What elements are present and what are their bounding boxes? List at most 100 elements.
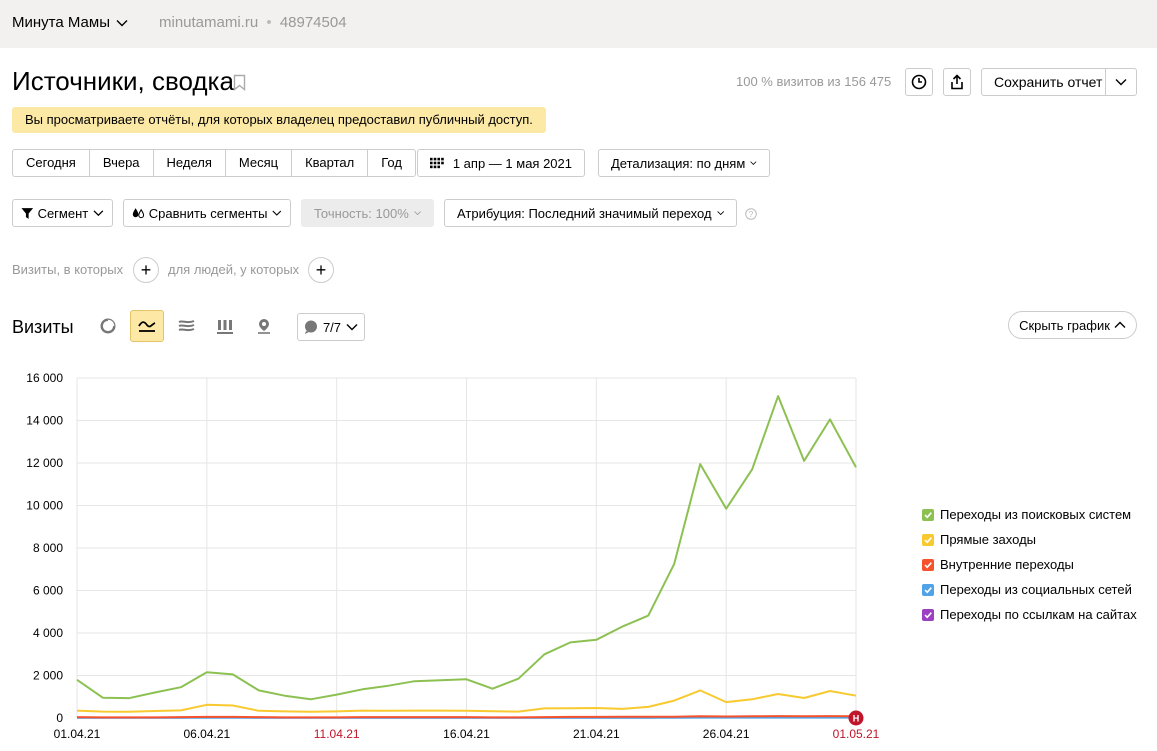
site-domain: minutamami.ru bbox=[159, 14, 259, 31]
area-chart-view[interactable] bbox=[169, 310, 203, 342]
date-range-label: 1 апр — 1 мая 2021 bbox=[452, 155, 572, 171]
save-report-button[interactable]: Сохранить отчет bbox=[981, 68, 1137, 96]
visits-line-chart: 0 2 000 4 000 6 000 8 000 10 000 12 000 14 000 1… bbox=[26, 371, 880, 741]
counter-selector[interactable]: Минута Мамы bbox=[12, 14, 128, 31]
hide-chart-button[interactable]: Скрыть график bbox=[1008, 311, 1137, 339]
y-tick-label: 2 000 bbox=[33, 669, 63, 683]
detail-label: Детализация: по дням bbox=[611, 155, 746, 171]
calendar-icon bbox=[430, 157, 444, 169]
checkbox-icon bbox=[922, 533, 934, 546]
save-report-dropdown[interactable] bbox=[1105, 69, 1136, 95]
legend-item-social[interactable]: Переходы из социальных сетей bbox=[922, 577, 1137, 602]
public-access-notice: Вы просматриваете отчёты, для которых вл… bbox=[12, 107, 546, 133]
chart-legend: Переходы из поисковых систем Прямые захо… bbox=[922, 502, 1137, 627]
bookmark-icon[interactable] bbox=[233, 74, 246, 91]
drops-icon bbox=[132, 208, 145, 219]
x-tick-label: 11.04.21 bbox=[314, 727, 360, 741]
chevron-down-icon bbox=[346, 324, 358, 331]
period-week[interactable]: Неделя bbox=[154, 150, 226, 176]
area-chart-icon bbox=[178, 320, 194, 332]
y-tick-label: 4 000 bbox=[33, 626, 63, 640]
bar-chart-view[interactable] bbox=[208, 310, 242, 342]
series-line bbox=[76, 715, 857, 719]
legend-item-direct[interactable]: Прямые заходы bbox=[922, 527, 1137, 552]
chart-section-title: Визиты bbox=[12, 317, 74, 337]
pie-chart-icon bbox=[100, 318, 116, 334]
checkbox-icon bbox=[922, 583, 934, 596]
y-tick-label: 6 000 bbox=[33, 584, 63, 598]
top-bar: Минута Мамы minutamami.ru • 48974504 bbox=[0, 0, 1157, 48]
x-tick-label: 21.04.21 bbox=[573, 727, 620, 741]
period-quarter[interactable]: Квартал bbox=[292, 150, 369, 176]
plus-icon: + bbox=[315, 259, 327, 280]
attribution-selector[interactable]: Атрибуция: Последний значимый переход bbox=[444, 199, 737, 227]
bar-chart-icon bbox=[217, 319, 233, 334]
legend-item-internal[interactable]: Внутренние переходы bbox=[922, 552, 1137, 577]
chevron-down-icon bbox=[116, 19, 128, 26]
accuracy-label: Точность: 100% bbox=[314, 205, 409, 221]
compare-segments-label: Сравнить сегменты bbox=[148, 205, 268, 221]
y-tick-label: 14 000 bbox=[26, 414, 63, 428]
counter-info: minutamami.ru • 48974504 bbox=[159, 14, 347, 31]
period-year[interactable]: Год bbox=[368, 150, 415, 176]
legend-item-search[interactable]: Переходы из поисковых систем bbox=[922, 502, 1137, 527]
period-yesterday[interactable]: Вчера bbox=[90, 150, 154, 176]
page-title: Источники, сводка bbox=[12, 66, 234, 96]
date-range-picker[interactable]: 1 апр — 1 мая 2021 bbox=[417, 149, 585, 177]
line-chart-view[interactable] bbox=[130, 310, 164, 342]
chevron-down-icon bbox=[1115, 79, 1127, 86]
checkbox-icon bbox=[922, 558, 934, 571]
attribution-label: Атрибуция: Последний значимый переход bbox=[457, 205, 712, 221]
checkbox-icon bbox=[922, 608, 934, 621]
y-tick-label: 16 000 bbox=[26, 371, 63, 385]
legend-label: Внутренние переходы bbox=[940, 557, 1074, 572]
holiday-marker-label: Н bbox=[853, 714, 860, 724]
visits-total: 100 % визитов из 156 475 bbox=[736, 74, 892, 89]
hide-chart-label: Скрыть график bbox=[1019, 317, 1110, 333]
line-chart-icon bbox=[138, 321, 156, 332]
x-tick-label: 26.04.21 bbox=[703, 727, 750, 741]
legend-label: Переходы по ссылкам на сайтах bbox=[940, 607, 1137, 622]
save-report-label: Сохранить отчет bbox=[994, 74, 1103, 90]
x-tick-label: 01.05.21 bbox=[833, 727, 880, 741]
visits-filter-label: Визиты, в которых bbox=[12, 262, 124, 277]
clock-icon bbox=[911, 74, 927, 90]
help-icon[interactable]: ? bbox=[745, 208, 757, 220]
history-button[interactable] bbox=[905, 68, 933, 96]
accuracy-selector: Точность: 100% bbox=[301, 199, 434, 227]
chart-grid bbox=[76, 377, 857, 719]
notes-selector[interactable]: 7/7 bbox=[297, 313, 365, 341]
share-button[interactable] bbox=[943, 68, 971, 96]
legend-label: Переходы из поисковых систем bbox=[940, 507, 1132, 522]
chevron-down-icon bbox=[414, 211, 421, 216]
y-tick-label: 0 bbox=[56, 711, 63, 725]
segment-label: Сегмент bbox=[37, 205, 89, 221]
period-month[interactable]: Месяц bbox=[226, 150, 293, 176]
map-view[interactable] bbox=[247, 310, 281, 342]
add-people-condition-button[interactable]: + bbox=[308, 257, 334, 283]
chevron-up-icon bbox=[1114, 321, 1126, 328]
chevron-down-icon bbox=[272, 210, 282, 216]
pie-chart-view[interactable] bbox=[91, 310, 125, 342]
compare-segments-button[interactable]: Сравнить сегменты bbox=[123, 199, 291, 227]
chevron-down-icon bbox=[93, 210, 104, 217]
chevron-down-icon bbox=[716, 211, 724, 216]
checkbox-icon bbox=[922, 508, 934, 521]
filter-icon bbox=[21, 207, 34, 219]
notes-count: 7/7 bbox=[322, 319, 342, 335]
x-axis-ticks: 01.04.21 06.04.21 11.04.21 16.04.21 21.04.21… bbox=[54, 727, 880, 741]
y-tick-label: 12 000 bbox=[26, 456, 63, 470]
add-visit-condition-button[interactable]: + bbox=[133, 257, 159, 283]
legend-item-links[interactable]: Переходы по ссылкам на сайтах bbox=[922, 602, 1137, 627]
y-tick-label: 10 000 bbox=[26, 499, 63, 513]
x-tick-label: 16.04.21 bbox=[443, 727, 490, 741]
segment-button[interactable]: Сегмент bbox=[12, 199, 113, 227]
period-today[interactable]: Сегодня bbox=[13, 150, 90, 176]
legend-label: Переходы из социальных сетей bbox=[940, 582, 1132, 597]
legend-label: Прямые заходы bbox=[940, 532, 1037, 547]
x-tick-label: 06.04.21 bbox=[183, 727, 230, 741]
detail-selector[interactable]: Детализация: по дням bbox=[598, 149, 770, 177]
svg-text:?: ? bbox=[749, 210, 754, 219]
counter-id: 48974504 bbox=[279, 14, 347, 31]
y-tick-label: 8 000 bbox=[33, 541, 63, 555]
